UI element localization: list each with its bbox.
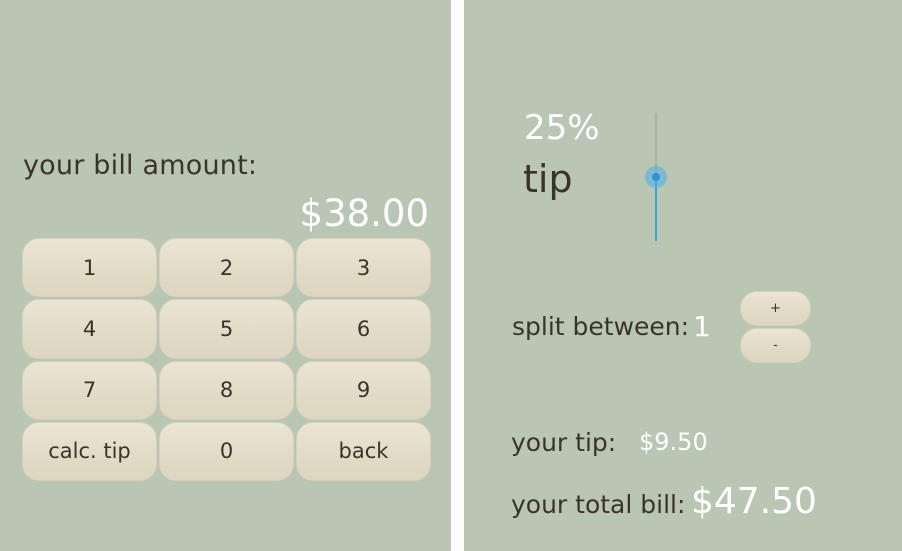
bill-entry-screen: your bill amount: $38.00 1 2 3 4 5 6 7 8… bbox=[0, 0, 451, 551]
split-count-value: 1 bbox=[693, 310, 711, 343]
key-0[interactable]: 0 bbox=[159, 421, 294, 481]
key-7[interactable]: 7 bbox=[22, 360, 157, 420]
your-tip-label: your tip: bbox=[511, 428, 617, 457]
key-8[interactable]: 8 bbox=[159, 360, 294, 420]
key-9[interactable]: 9 bbox=[296, 360, 431, 420]
your-tip-value: $9.50 bbox=[639, 428, 708, 456]
increase-split-button[interactable]: + bbox=[740, 291, 811, 326]
tip-result-screen: 25% tip split between: 1 + - your tip: $… bbox=[464, 0, 902, 551]
key-3[interactable]: 3 bbox=[296, 238, 431, 298]
key-1[interactable]: 1 bbox=[22, 238, 157, 298]
bill-amount-label: your bill amount: bbox=[23, 150, 258, 181]
split-between-label: split between: bbox=[512, 312, 690, 341]
keypad: 1 2 3 4 5 6 7 8 9 calc. tip 0 back bbox=[22, 238, 431, 481]
key-6[interactable]: 6 bbox=[296, 299, 431, 359]
key-2[interactable]: 2 bbox=[159, 238, 294, 298]
key-5[interactable]: 5 bbox=[159, 299, 294, 359]
total-bill-value: $47.50 bbox=[691, 481, 817, 522]
slider-thumb[interactable] bbox=[645, 166, 667, 188]
tip-percent-value: 25% bbox=[524, 108, 600, 148]
tip-percent-slider[interactable] bbox=[644, 113, 668, 241]
key-4[interactable]: 4 bbox=[22, 299, 157, 359]
tip-heading: tip bbox=[523, 157, 573, 201]
calc-tip-button[interactable]: calc. tip bbox=[22, 421, 157, 481]
decrease-split-button[interactable]: - bbox=[740, 328, 811, 363]
bill-amount-display: $38.00 bbox=[299, 192, 429, 235]
back-button[interactable]: back bbox=[296, 421, 431, 481]
slider-thumb-core bbox=[652, 173, 660, 181]
total-bill-label: your total bill: bbox=[511, 490, 686, 519]
